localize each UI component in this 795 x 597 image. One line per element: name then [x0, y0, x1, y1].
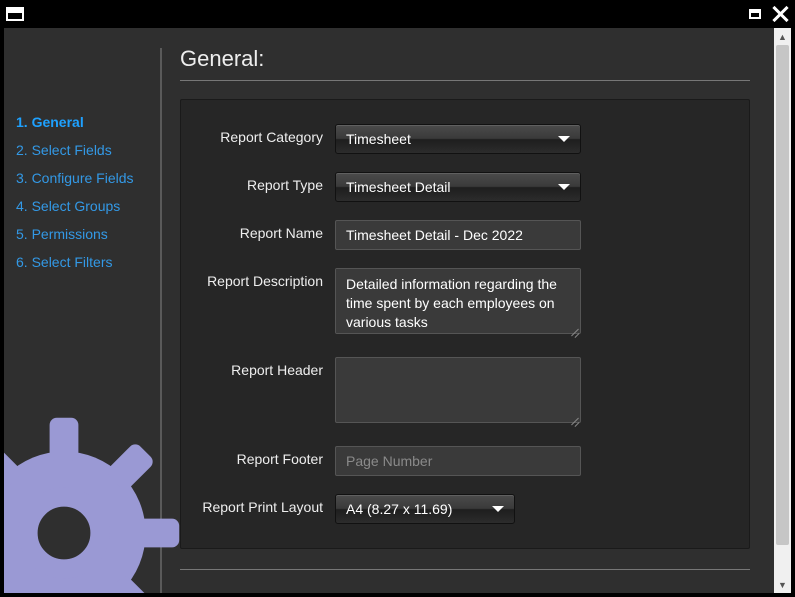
textarea-report-header[interactable] [335, 357, 581, 423]
step-configure-fields[interactable]: 3. Configure Fields [16, 164, 160, 192]
select-print-layout[interactable]: A4 (8.27 x 11.69) [335, 494, 515, 524]
chevron-down-icon [558, 136, 570, 142]
select-report-category-value: Timesheet [346, 131, 411, 147]
label-report-header: Report Header [193, 357, 335, 378]
maximize-button[interactable] [749, 9, 761, 19]
select-report-type-value: Timesheet Detail [346, 179, 451, 195]
form-panel: Report Category Timesheet Report Type [180, 99, 750, 549]
step-select-fields[interactable]: 2. Select Fields [16, 136, 160, 164]
select-report-category[interactable]: Timesheet [335, 124, 581, 154]
label-report-type: Report Type [193, 172, 335, 193]
step-select-groups[interactable]: 4. Select Groups [16, 192, 160, 220]
label-report-footer: Report Footer [193, 446, 335, 467]
step-general[interactable]: 1. General [16, 108, 160, 136]
scroll-thumb[interactable] [776, 45, 789, 545]
label-report-name: Report Name [193, 220, 335, 241]
close-button[interactable] [771, 5, 789, 23]
label-report-description: Report Description [193, 268, 335, 289]
app-icon [6, 7, 24, 21]
select-report-type[interactable]: Timesheet Detail [335, 172, 581, 202]
dialog-window: 1. General 2. Select Fields 3. Configure… [0, 0, 795, 597]
title-rule [180, 80, 750, 81]
wizard-steps-sidebar: 1. General 2. Select Fields 3. Configure… [4, 28, 160, 593]
input-report-footer[interactable] [335, 446, 581, 476]
scroll-up-icon[interactable]: ▲ [774, 28, 791, 45]
gear-icon [4, 413, 184, 593]
vertical-scrollbar[interactable]: ▲ ▼ [774, 28, 791, 593]
label-print-layout: Report Print Layout [193, 494, 335, 515]
step-select-filters[interactable]: 6. Select Filters [16, 248, 160, 276]
titlebar [0, 0, 795, 28]
textarea-report-description[interactable] [335, 268, 581, 334]
scroll-down-icon[interactable]: ▼ [774, 576, 791, 593]
chevron-down-icon [492, 506, 504, 512]
step-permissions[interactable]: 5. Permissions [16, 220, 160, 248]
label-report-category: Report Category [193, 124, 335, 145]
page-title: General: [180, 46, 750, 80]
main-panel: General: Report Category Timesheet [162, 28, 774, 593]
input-report-name[interactable] [335, 220, 581, 250]
chevron-down-icon [558, 184, 570, 190]
select-print-layout-value: A4 (8.27 x 11.69) [346, 501, 452, 517]
bottom-rule [180, 569, 750, 570]
